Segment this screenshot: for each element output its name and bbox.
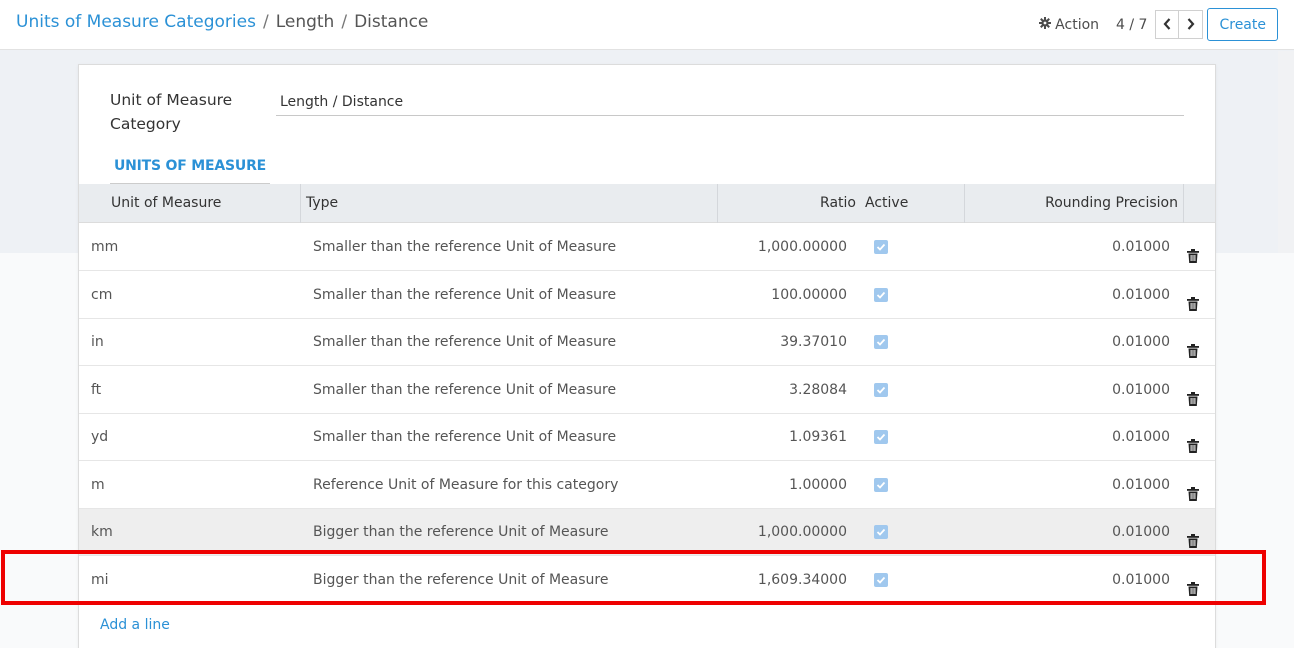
trash-icon[interactable] [1187, 331, 1201, 358]
unit-ratio-cell: 1,000.00000 [757, 239, 847, 255]
checkmark-icon [876, 433, 886, 441]
unit-type-cell: Reference Unit of Measure for this categ… [313, 476, 619, 493]
unit-type-cell: Smaller than the reference Unit of Measu… [313, 239, 617, 255]
unit-name-cell: mi [91, 571, 109, 588]
checkmark-icon [876, 528, 886, 536]
unit-ratio-cell: 39.37010 [780, 334, 847, 350]
active-checkbox[interactable] [874, 287, 888, 302]
unit-type-cell: Smaller than the reference Unit of Measu… [313, 334, 617, 350]
column-header-active[interactable]: Active [865, 184, 908, 223]
active-checkbox[interactable] [874, 335, 888, 349]
active-checkbox[interactable] [874, 382, 888, 397]
trash-icon[interactable] [1187, 236, 1201, 263]
gear-icon [1039, 17, 1052, 33]
column-header-unit[interactable]: Unit of Measure [111, 184, 221, 223]
breadcrumb: Units of Measure Categories / Length / D… [16, 12, 428, 32]
table-row[interactable]: m Reference Unit of Measure for this cate… [79, 461, 1215, 509]
checkmark-icon [876, 386, 886, 394]
active-checkbox[interactable] [874, 525, 888, 539]
unit-ratio-cell: 100.00000 [771, 286, 847, 303]
trash-icon[interactable] [1187, 426, 1201, 453]
unit-name-cell: km [91, 524, 113, 540]
table-header: Unit of Measure Type Ratio Active Roundi… [79, 184, 1215, 223]
unit-type-cell: Smaller than the reference Unit of Measu… [313, 381, 617, 398]
unit-ratio-cell: 1,609.34000 [757, 571, 847, 588]
column-divider [300, 184, 301, 223]
trash-icon[interactable] [1187, 521, 1201, 548]
unit-type-cell: Smaller than the reference Unit of Measu… [313, 286, 617, 303]
breadcrumb-current-record: Length [275, 12, 335, 32]
column-divider [964, 184, 965, 223]
column-header-type[interactable]: Type [306, 184, 338, 223]
trash-icon[interactable] [1187, 379, 1201, 406]
trash-icon[interactable] [1187, 569, 1201, 596]
unit-ratio-cell: 1.09361 [789, 429, 847, 445]
checkmark-icon [876, 576, 886, 584]
unit-name-cell: in [91, 334, 104, 350]
checkmark-icon [876, 291, 886, 299]
control-panel-right: Action 4 / 7 Create [1039, 8, 1278, 41]
scrollbar-track[interactable] [1278, 51, 1294, 253]
trash-icon[interactable] [1187, 474, 1201, 501]
create-button[interactable]: Create [1207, 8, 1278, 41]
rounding-precision-cell: 0.01000 [1112, 239, 1170, 255]
action-button[interactable]: Action [1039, 17, 1099, 33]
active-checkbox[interactable] [874, 477, 888, 492]
active-checkbox[interactable] [874, 430, 888, 444]
pager-previous-button[interactable] [1155, 10, 1180, 39]
table-row[interactable]: cm Smaller than the reference Unit of Mea… [79, 271, 1215, 319]
trash-icon[interactable] [1187, 284, 1201, 311]
breadcrumb-parent-link[interactable]: Units of Measure Categories [16, 12, 256, 32]
checkmark-icon [876, 338, 886, 346]
rounding-precision-cell: 0.01000 [1112, 524, 1170, 540]
breadcrumb-current-record-tail: Distance [354, 12, 429, 32]
rounding-precision-cell: 0.01000 [1112, 334, 1170, 350]
breadcrumb-separator: / [262, 12, 269, 32]
chevron-right-icon [1187, 15, 1195, 34]
table-row[interactable]: mm Smaller than the reference Unit of Mea… [79, 224, 1215, 271]
unit-name-cell: yd [91, 429, 109, 445]
rounding-precision-cell: 0.01000 [1112, 286, 1170, 303]
control-panel: Units of Measure Categories / Length / D… [0, 0, 1294, 50]
unit-name-cell: cm [91, 286, 113, 303]
unit-type-cell: Smaller than the reference Unit of Measu… [313, 429, 617, 445]
add-line-link[interactable]: Add a line [100, 617, 170, 633]
active-checkbox[interactable] [874, 240, 888, 254]
pager-value[interactable]: 4 / 7 [1116, 17, 1147, 33]
unit-name-cell: m [91, 476, 105, 493]
active-checkbox[interactable] [874, 572, 888, 587]
chevron-left-icon [1163, 15, 1171, 34]
tab-units-of-measure[interactable]: UNITS OF MEASURE [110, 147, 270, 184]
breadcrumb-separator: / [341, 12, 348, 32]
column-header-ratio[interactable]: Ratio [820, 184, 856, 223]
table-row[interactable]: km Bigger than the reference Unit of Meas… [79, 509, 1215, 556]
checkmark-icon [876, 243, 886, 251]
checkmark-icon [876, 481, 886, 489]
form-sheet: Unit of Measure Category Length / Distan… [78, 64, 1216, 648]
column-divider [1183, 184, 1184, 223]
column-divider [717, 184, 718, 223]
table-row[interactable]: mi Bigger than the reference Unit of Meas… [79, 556, 1215, 604]
unit-name-cell: mm [91, 239, 119, 255]
category-field-label: Unit of Measure Category [110, 91, 233, 133]
rounding-precision-cell: 0.01000 [1112, 571, 1170, 588]
unit-type-cell: Bigger than the reference Unit of Measur… [313, 571, 609, 588]
rounding-precision-cell: 0.01000 [1112, 381, 1170, 398]
table-row[interactable]: in Smaller than the reference Unit of Mea… [79, 319, 1215, 366]
pager-next-button[interactable] [1179, 10, 1204, 39]
category-field-input[interactable]: Length / Distance [276, 91, 1184, 116]
unit-ratio-cell: 1.00000 [789, 476, 847, 493]
unit-name-cell: ft [91, 381, 102, 398]
table-row[interactable]: yd Smaller than the reference Unit of Mea… [79, 414, 1215, 461]
rounding-precision-cell: 0.01000 [1112, 476, 1170, 493]
unit-ratio-cell: 3.28084 [789, 381, 847, 398]
column-header-rounding[interactable]: Rounding Precision [1045, 184, 1178, 223]
action-label: Action [1055, 17, 1100, 33]
table-row[interactable]: ft Smaller than the reference Unit of Mea… [79, 366, 1215, 414]
unit-ratio-cell: 1,000.00000 [757, 524, 847, 540]
unit-type-cell: Bigger than the reference Unit of Measur… [313, 524, 609, 540]
rounding-precision-cell: 0.01000 [1112, 429, 1170, 445]
